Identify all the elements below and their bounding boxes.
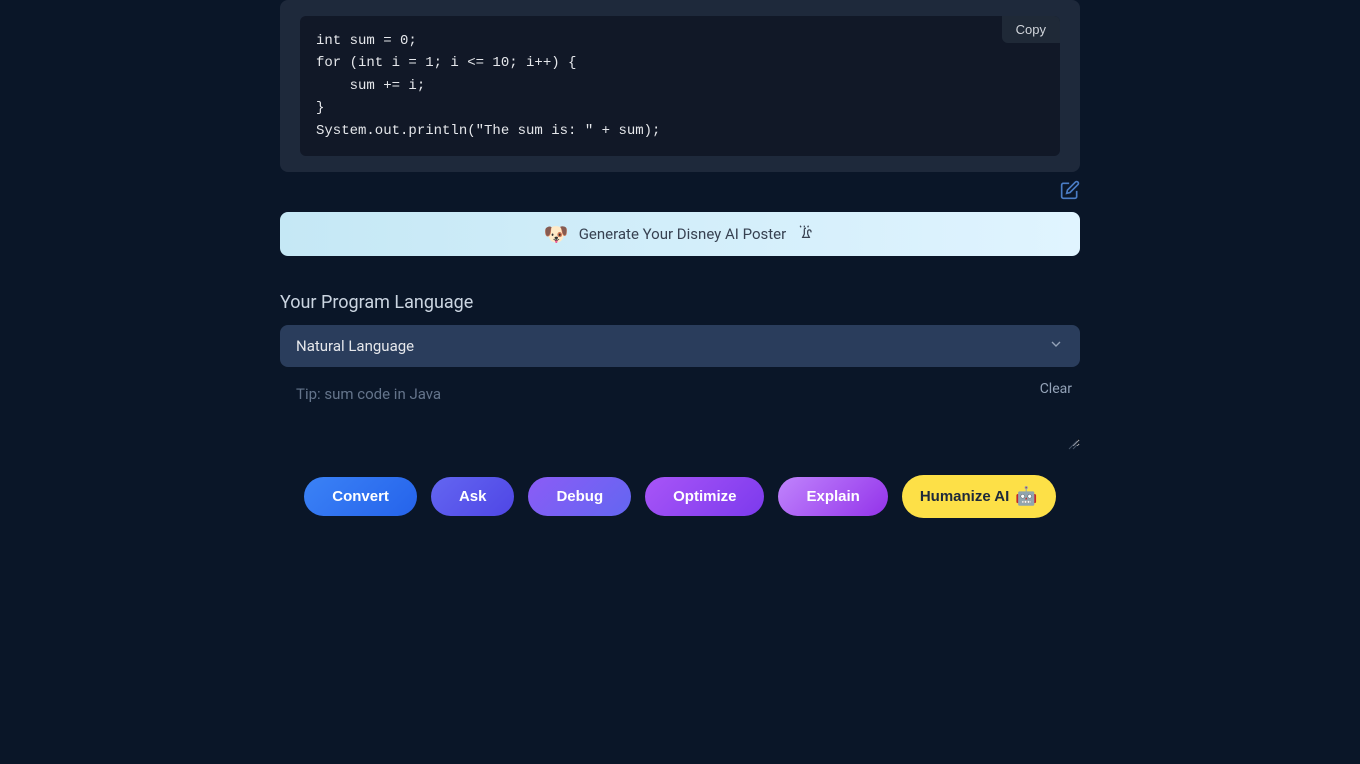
chevron-down-icon — [1048, 336, 1064, 356]
edit-icon[interactable] — [1060, 180, 1080, 200]
code-output: int sum = 0; for (int i = 1; i <= 10; i+… — [316, 30, 1044, 142]
promo-text: Generate Your Disney AI Poster — [579, 225, 787, 243]
action-buttons-row: Convert Ask Debug Optimize Explain Human… — [280, 475, 1080, 518]
convert-button[interactable]: Convert — [304, 477, 417, 516]
explain-button[interactable]: Explain — [778, 477, 887, 516]
language-selected-value: Natural Language — [296, 337, 414, 355]
input-area: Clear — [280, 375, 1080, 451]
robot-emoji-icon: 🤖 — [1015, 486, 1037, 507]
language-select[interactable]: Natural Language — [280, 325, 1080, 367]
tap-icon — [796, 224, 816, 244]
humanize-label: Humanize AI — [920, 488, 1009, 505]
code-block-wrapper: Copy int sum = 0; for (int i = 1; i <= 1… — [300, 16, 1060, 156]
code-response-card: Copy int sum = 0; for (int i = 1; i <= 1… — [280, 0, 1080, 172]
ask-button[interactable]: Ask — [431, 477, 515, 516]
prompt-input[interactable] — [280, 375, 1080, 447]
language-section-label: Your Program Language — [280, 292, 1080, 313]
edit-icon-row — [280, 180, 1080, 200]
promo-banner[interactable]: 🐶 Generate Your Disney AI Poster — [280, 212, 1080, 256]
copy-button[interactable]: Copy — [1002, 16, 1060, 43]
humanize-ai-button[interactable]: Humanize AI 🤖 — [902, 475, 1056, 518]
debug-button[interactable]: Debug — [528, 477, 631, 516]
dog-emoji-icon: 🐶 — [544, 222, 569, 246]
clear-button[interactable]: Clear — [1040, 381, 1072, 397]
optimize-button[interactable]: Optimize — [645, 477, 764, 516]
